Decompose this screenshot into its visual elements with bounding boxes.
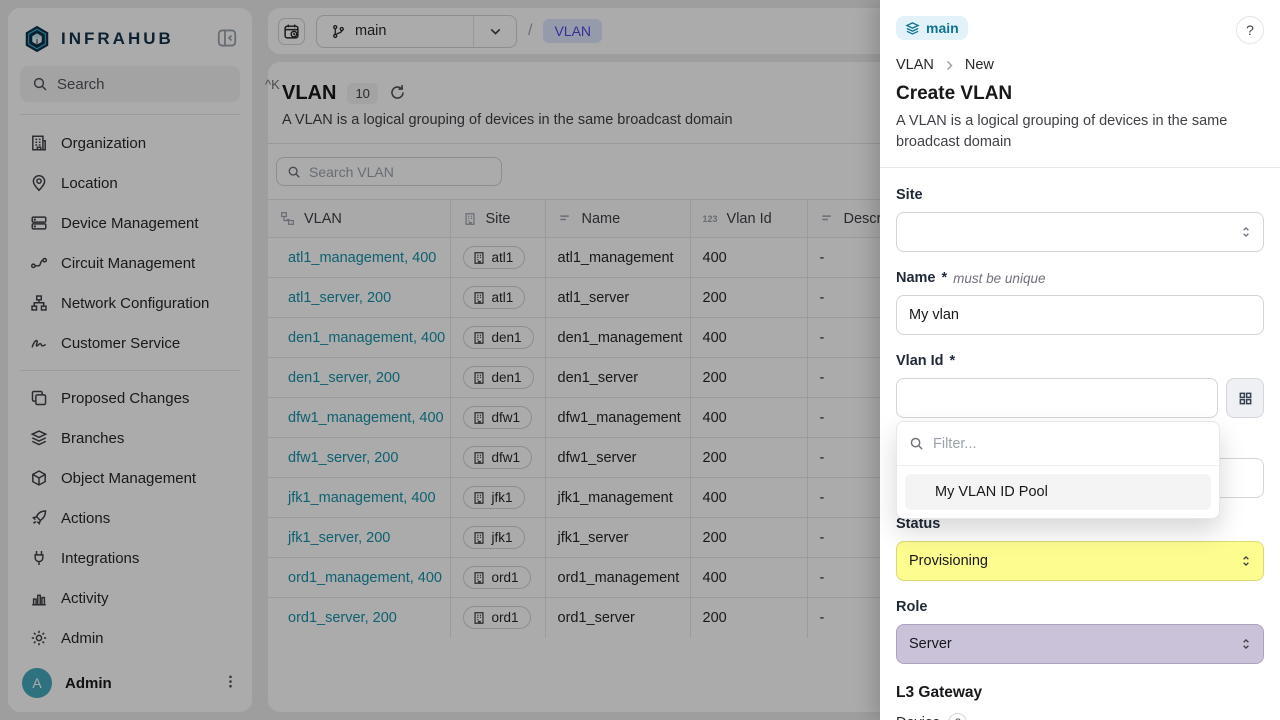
role-label: Role: [896, 599, 1264, 615]
pool-selector-button[interactable]: [1226, 378, 1264, 418]
vlan-id-input[interactable]: [896, 378, 1218, 418]
device-help-icon[interactable]: ?: [948, 713, 967, 720]
drawer-title: Create VLAN: [896, 83, 1264, 105]
layers-icon: [905, 21, 920, 36]
pool-option[interactable]: My VLAN ID Pool: [905, 474, 1211, 510]
pool-filter-input[interactable]: [933, 436, 1207, 452]
breadcrumb-parent[interactable]: VLAN: [896, 57, 934, 73]
pool-dropdown: My VLAN ID Pool: [896, 421, 1220, 519]
role-select[interactable]: Server: [896, 624, 1264, 664]
site-select[interactable]: [896, 212, 1264, 252]
name-label: Name * must be unique: [896, 270, 1264, 286]
divider: [880, 167, 1280, 168]
chevron-right-icon: [943, 59, 956, 72]
required-marker: *: [950, 353, 956, 369]
create-vlan-form: Site Name * must be unique Vlan Id *: [896, 187, 1264, 720]
breadcrumb-current: New: [965, 57, 994, 73]
branch-badge-label: main: [926, 20, 959, 36]
search-icon: [909, 436, 924, 451]
name-hint: must be unique: [953, 271, 1045, 286]
pool-filter[interactable]: [897, 422, 1219, 466]
drawer-breadcrumb: VLAN New: [896, 57, 1264, 73]
l3-gateway-heading: L3 Gateway: [896, 684, 1264, 702]
name-input[interactable]: [896, 295, 1264, 335]
branch-badge[interactable]: main: [896, 16, 968, 40]
modal-overlay[interactable]: [0, 0, 880, 720]
status-select[interactable]: Provisioning: [896, 541, 1264, 581]
grid-pool-icon: [1238, 391, 1253, 406]
device-label: Device ?: [896, 713, 1264, 720]
site-label: Site: [896, 187, 1264, 203]
vlan-id-label: Vlan Id *: [896, 353, 1264, 369]
help-button[interactable]: ?: [1236, 16, 1264, 44]
required-marker: *: [942, 270, 948, 286]
drawer-description: A VLAN is a logical grouping of devices …: [896, 111, 1246, 153]
create-vlan-drawer: main ? VLAN New Create VLAN A VLAN is a …: [880, 0, 1280, 720]
